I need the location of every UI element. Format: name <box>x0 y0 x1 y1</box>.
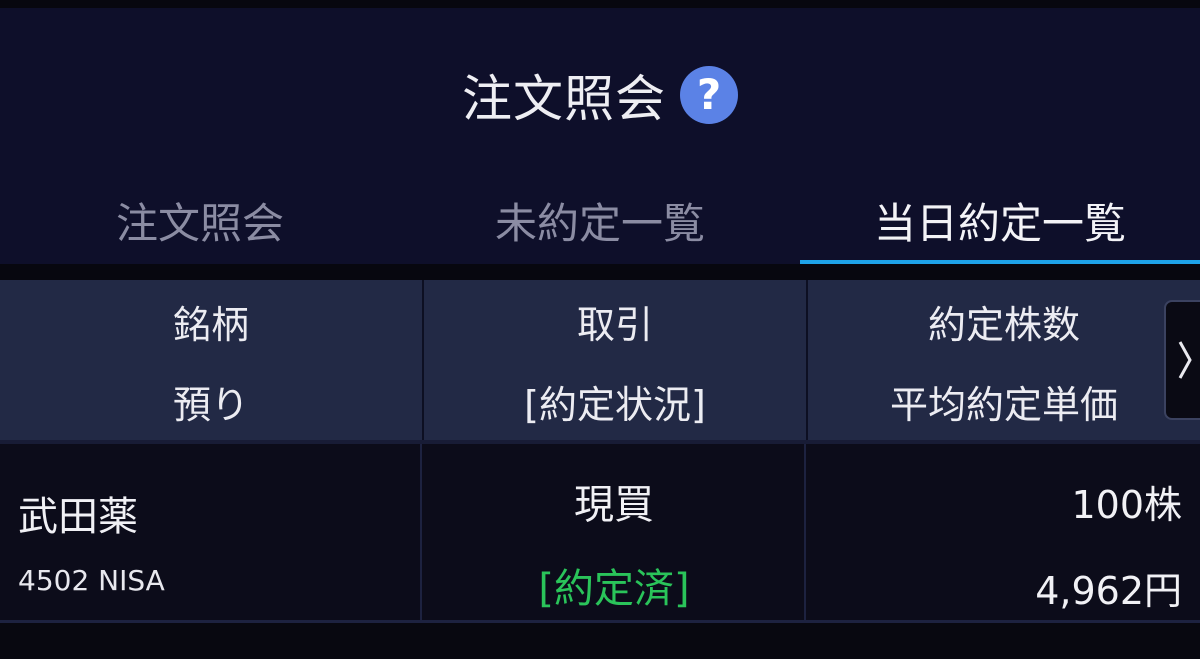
tab-today-executions[interactable]: 当日約定一覧 <box>800 176 1200 266</box>
column-header-line2: 預り <box>172 382 249 427</box>
column-header-line1: 取引 <box>576 302 653 347</box>
stock-name: 武田薬 <box>18 494 138 540</box>
column-header-line1: 約定株数 <box>927 302 1080 347</box>
question-circle-icon[interactable]: ? <box>680 66 738 124</box>
tab-label: 未約定一覧 <box>494 198 705 248</box>
trade-type: 現買 <box>574 482 654 528</box>
executed-quantity: 100株 <box>1071 483 1182 527</box>
execution-status: [約定済] <box>538 566 690 612</box>
top-edge <box>0 0 1200 8</box>
scroll-right-button[interactable] <box>1164 300 1200 420</box>
tab-bar: 注文照会 未約定一覧 当日約定一覧 <box>0 176 1200 266</box>
tab-label: 注文照会 <box>115 198 284 248</box>
column-header-quantity: 約定株数 平均約定単価 <box>808 280 1200 440</box>
column-header-line1: 銘柄 <box>172 302 249 347</box>
page-title: 注文照会 <box>462 70 666 128</box>
column-header-stock: 銘柄 預り <box>0 280 422 440</box>
column-header-line2: 平均約定単価 <box>889 382 1118 427</box>
title-row: 注文照会 ? <box>0 50 1200 140</box>
tab-label: 当日約定一覧 <box>873 198 1126 248</box>
app-header: 注文照会 ? 注文照会 未約定一覧 当日約定一覧 <box>0 8 1200 266</box>
chevron-right-icon <box>1178 341 1192 379</box>
column-header-trade: 取引 [約定状況] <box>424 280 806 440</box>
section-divider <box>0 264 1200 280</box>
footer-area <box>0 623 1200 659</box>
tab-unexecuted-list[interactable]: 未約定一覧 <box>400 176 800 264</box>
column-header-line2: [約定状況] <box>524 382 706 427</box>
average-price: 4,962円 <box>1035 569 1182 613</box>
cell-stock: 武田薬 4502 NISA <box>0 444 422 620</box>
tab-order-inquiry[interactable]: 注文照会 <box>0 176 400 264</box>
cell-quantity: 100株 4,962円 <box>806 444 1200 620</box>
stock-code-account: 4502 NISA <box>18 564 165 597</box>
table-header: 銘柄 預り 取引 [約定状況] 約定株数 平均約定単価 <box>0 280 1200 440</box>
table-row[interactable]: 武田薬 4502 NISA 現買 [約定済] 100株 4,962円 <box>0 444 1200 620</box>
cell-trade: 現買 [約定済] <box>422 444 806 620</box>
